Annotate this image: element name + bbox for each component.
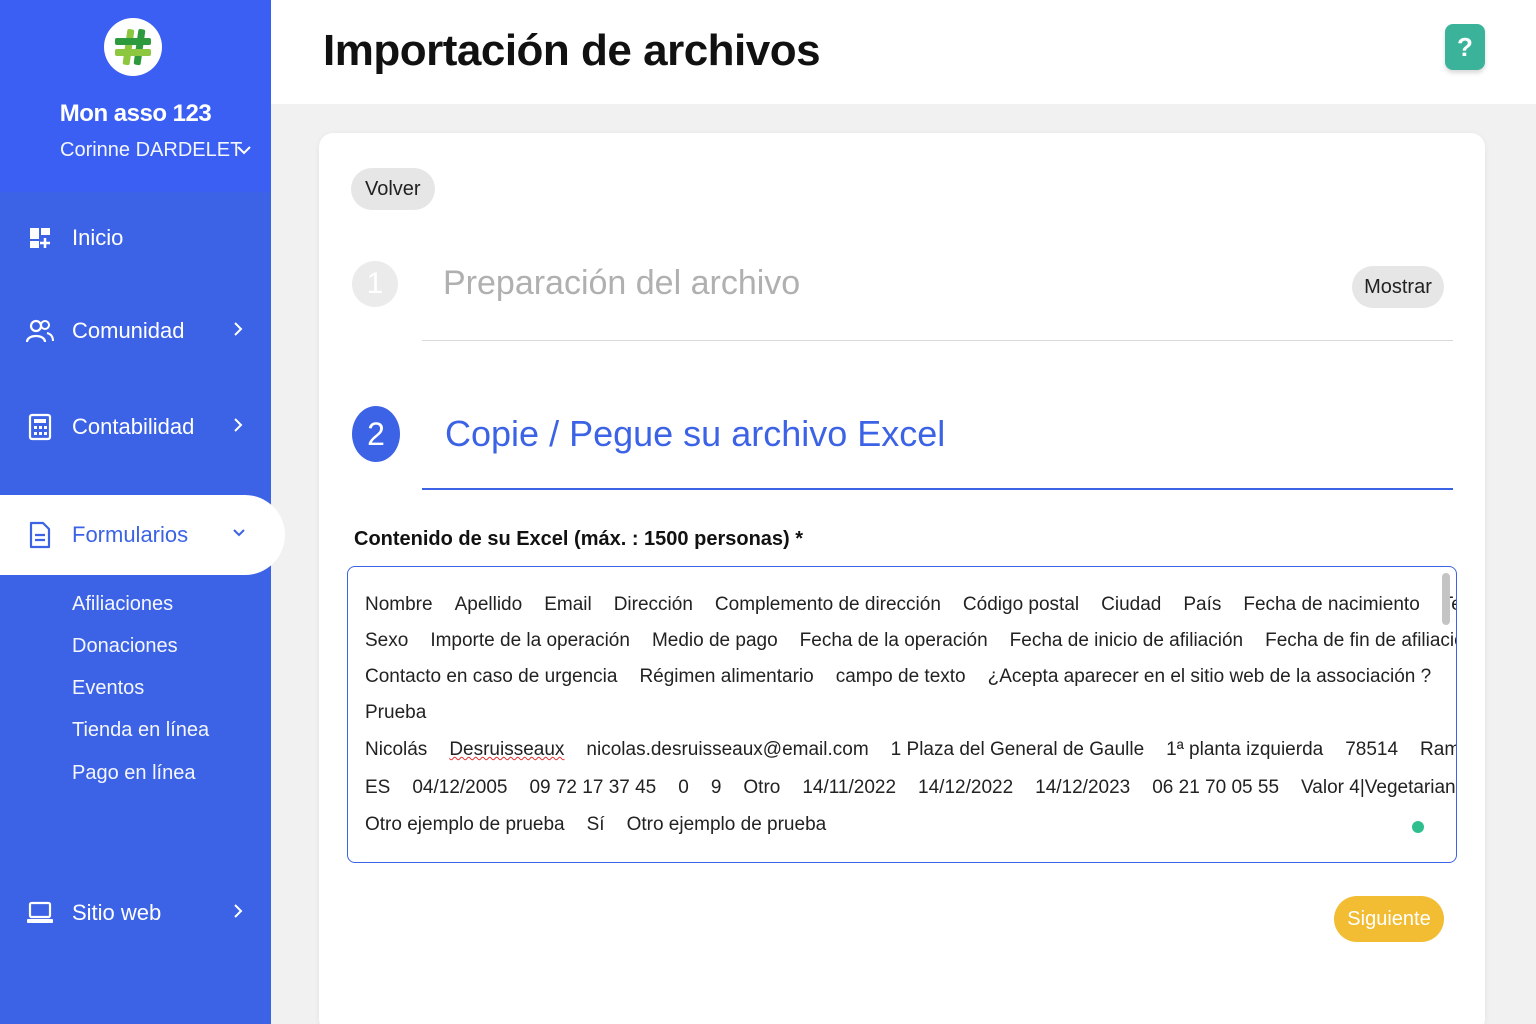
- org-name: Mon asso 123: [59, 100, 212, 127]
- textarea-cell: Sí: [586, 814, 605, 835]
- sidebar-subitem-pago[interactable]: Pago en línea: [72, 762, 195, 785]
- chevron-right-icon: [232, 417, 244, 438]
- textarea-cell: 1ª planta izquierda: [1166, 739, 1324, 760]
- textarea-cell: 14/11/2022: [802, 777, 897, 798]
- textarea-cell: Nombre: [365, 594, 433, 615]
- textarea-cell: Otro: [743, 777, 781, 798]
- textarea-cell: Código postal: [962, 594, 1080, 615]
- textarea-cell: Nicolás: [365, 739, 428, 760]
- help-button[interactable]: ?: [1445, 24, 1485, 70]
- laptop-icon: [26, 899, 54, 927]
- textarea-cell: 14/12/2022: [918, 777, 1014, 798]
- textarea-cell: Prueba: [365, 702, 427, 723]
- textarea-cell: Otro ejemplo de prueba: [626, 814, 827, 835]
- textarea-cell: Otro ejemplo de prueba: [365, 814, 565, 835]
- dashboard-icon: [26, 224, 54, 252]
- textarea-cell: Fecha de nacimiento: [1243, 594, 1420, 615]
- page-title: Importación de archivos: [323, 26, 821, 75]
- textarea-cell: Sexo: [365, 630, 409, 651]
- textarea-cell: nicolas.desruisseaux@email.com: [586, 739, 869, 760]
- textarea-cell: Complemento de dirección: [714, 594, 941, 615]
- excel-content-textarea[interactable]: Nombre Apellido Email Dirección Complemento …: [347, 566, 1457, 863]
- textarea-cell: 06 21 70 05 55: [1152, 777, 1280, 798]
- textarea-cell: Importe de la operación: [430, 630, 630, 651]
- sidebar-subitem-eventos[interactable]: Eventos: [72, 677, 144, 700]
- sidebar-subitem-donaciones[interactable]: Donaciones: [72, 635, 178, 658]
- users-icon: [26, 317, 54, 345]
- textarea-cell: País: [1183, 594, 1222, 615]
- textarea-cell: Email: [544, 594, 592, 615]
- textarea-line: Nicolás Desruisseaux nicolas.desruisseaux@…: [365, 739, 1456, 761]
- textarea-cell: 0: [678, 777, 689, 798]
- textarea-cell: Valor 4|Vegetariano: [1301, 777, 1457, 798]
- page-header: Importación de archivos ?: [271, 0, 1536, 104]
- textarea-line: Prueba: [365, 702, 448, 724]
- step-1-number: 1: [352, 261, 398, 307]
- textarea-cell: Rambouillet: [1420, 739, 1456, 760]
- sidebar-item-inicio[interactable]: Inicio: [0, 208, 271, 268]
- textarea-cell: Ciudad: [1101, 594, 1162, 615]
- textarea-cell: Medio de pago: [651, 630, 778, 651]
- org-header[interactable]: Mon asso 123 Corinne DARDELET: [0, 0, 271, 192]
- textarea-cell: Desruisseaux: [449, 739, 565, 760]
- chevron-down-icon: [232, 526, 246, 544]
- textarea-line: ES 04/12/2005 09 72 17 37 45 0 9 Otro 14/11/20…: [365, 777, 1457, 799]
- sidebar-item-label: Formularios: [72, 522, 189, 547]
- sidebar-item-contabilidad[interactable]: Contabilidad: [0, 397, 271, 457]
- textarea-scrollbar[interactable]: [1442, 573, 1450, 625]
- textarea-cell: Régimen alimentario: [639, 666, 814, 687]
- org-logo: [104, 18, 162, 76]
- textarea-cell: Dirección: [613, 594, 693, 615]
- document-icon: [26, 521, 54, 549]
- sidebar-item-label: Inicio: [72, 225, 124, 250]
- textarea-cell: 78514: [1345, 739, 1399, 760]
- textarea-cell: 09 72 17 37 45: [529, 777, 657, 798]
- step-2-title: Copie / Pegue su archivo Excel: [445, 413, 946, 454]
- textarea-cell: Fecha de la operación: [799, 630, 988, 651]
- sidebar-subitem-tienda[interactable]: Tienda en línea: [72, 719, 209, 742]
- step-1-title: Preparación del archivo: [443, 264, 801, 302]
- step-2-number: 2: [352, 406, 400, 462]
- sidebar-item-formularios[interactable]: Formularios: [0, 495, 285, 575]
- chevron-down-icon[interactable]: [236, 143, 252, 161]
- textarea-line: Nombre Apellido Email Dirección Complemento …: [365, 594, 1456, 616]
- textarea-cell: ES: [365, 777, 391, 798]
- sidebar-item-label: Comunidad: [72, 318, 185, 343]
- sidebar-item-label: Contabilidad: [72, 414, 195, 439]
- textarea-cell: Apellido: [454, 594, 523, 615]
- textarea-line: Sexo Importe de la operación Medio de pago…: [365, 630, 1457, 652]
- textarea-cell: 04/12/2005: [412, 777, 508, 798]
- textarea-cell: Contacto en caso de urgencia: [365, 666, 618, 687]
- show-button[interactable]: Mostrar: [1352, 266, 1444, 308]
- textarea-cell: 9: [710, 777, 722, 798]
- active-divider: [422, 488, 1453, 490]
- sidebar-item-sitio-web[interactable]: Sitio web: [0, 883, 271, 943]
- calculator-icon: [26, 413, 54, 441]
- hash-logo-icon: [115, 29, 151, 66]
- chevron-right-icon: [232, 321, 244, 342]
- textarea-cell: Fecha de fin de afiliación: [1265, 630, 1457, 651]
- excel-content-label: Contenido de su Excel (máx. : 1500 perso…: [354, 528, 804, 550]
- back-button[interactable]: Volver: [351, 168, 435, 210]
- sidebar-item-comunidad[interactable]: Comunidad: [0, 301, 271, 361]
- user-name: Corinne DARDELET: [60, 139, 243, 161]
- textarea-cell: ¿Acepta aparecer en el sitio web de la a…: [987, 666, 1432, 687]
- textarea-cell: campo de texto: [835, 666, 966, 687]
- textarea-line: Otro ejemplo de prueba Sí Otro ejemplo de …: [365, 814, 848, 836]
- sidebar: Mon asso 123 Corinne DARDELET Inicio Com…: [0, 0, 285, 1024]
- textarea-cell: 1 Plaza del General de Gaulle: [890, 739, 1145, 760]
- sidebar-item-label: Sitio web: [72, 900, 162, 925]
- import-card: Volver 1 Preparación del archivo Mostrar…: [319, 133, 1485, 1024]
- textarea-line: Contacto en caso de urgencia Régimen alim…: [365, 666, 1453, 688]
- divider: [422, 340, 1453, 341]
- textarea-cell: Fecha de inicio de afiliación: [1009, 630, 1244, 651]
- textarea-cell: 14/12/2023: [1035, 777, 1131, 798]
- next-button[interactable]: Siguiente: [1334, 896, 1444, 942]
- chevron-right-icon: [232, 903, 244, 924]
- status-dot-icon: [1412, 821, 1424, 833]
- sidebar-subitem-afiliaciones[interactable]: Afiliaciones: [72, 593, 173, 616]
